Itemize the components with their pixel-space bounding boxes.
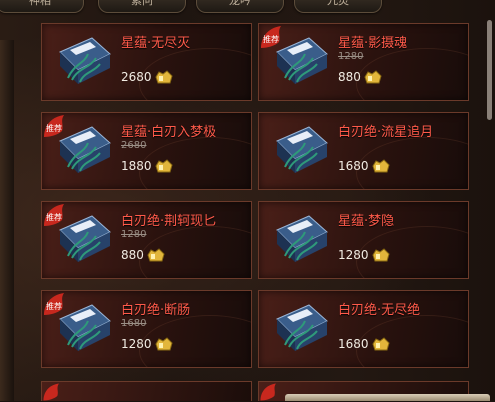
item-title: 星蕴·影摄魂: [338, 36, 408, 51]
gold-ingot-icon: [371, 248, 390, 262]
item-title: 星蕴·梦隐: [338, 214, 395, 229]
item-title: 白刃绝·无尽绝: [338, 303, 421, 318]
item-price: 880: [338, 70, 361, 84]
item-price: 2680: [121, 70, 152, 84]
scrollbar-thumb[interactable]: [487, 20, 492, 120]
item-price: 1680: [338, 337, 369, 351]
gold-ingot-icon: [154, 70, 173, 84]
item-price: 1280: [121, 337, 152, 351]
recommend-badge: [260, 383, 276, 401]
skill-book-icon: [276, 126, 328, 173]
recommend-badge: [43, 383, 59, 401]
price-row: 1680: [338, 335, 390, 353]
gold-ingot-icon: [147, 248, 165, 262]
gold-ingot-icon: [371, 337, 390, 351]
shop-item-card[interactable]: 推荐 白刃绝·断肠 1680 1280: [41, 290, 252, 368]
shop-item-card[interactable]: 星蕴·无尽灭 2680: [41, 23, 252, 101]
shop-item-card[interactable]: 推荐 白刃绝·荆轲现匕 1280 880: [41, 201, 252, 279]
item-title: 白刃绝·流星追月: [338, 125, 434, 140]
shop-item-card[interactable]: 推荐 星蕴·影摄魂 1280 880: [258, 23, 469, 101]
item-title: 星蕴·白刃入梦极: [121, 125, 217, 140]
gold-ingot-icon: [364, 70, 382, 84]
shop-item-card[interactable]: 星蕴·梦隐 1280: [258, 201, 469, 279]
price-row: 1680: [338, 157, 390, 175]
shop-item-card[interactable]: 推荐 星蕴·白刃入梦极 2680 1880: [41, 112, 252, 190]
item-price: 1680: [338, 159, 369, 173]
price-row: 880: [121, 246, 165, 264]
price-row: 1280: [338, 246, 390, 264]
bottom-panel-edge: [285, 394, 490, 401]
shop-item-card[interactable]: 白刃绝·无尽绝 1680: [258, 290, 469, 368]
item-grid: 星蕴·无尽灭 2680 推荐 星蕴·影摄魂 1280 880 推荐 星蕴·白刃入…: [0, 0, 495, 401]
skill-book-icon: [276, 304, 328, 351]
item-original-price: 1680: [121, 318, 147, 329]
item-title: 白刃绝·荆轲现匕: [121, 214, 217, 229]
price-row: 1880: [121, 157, 173, 175]
skill-book-icon: [59, 126, 111, 173]
skill-book-icon: [59, 37, 111, 84]
item-title: 白刃绝·断肠: [121, 303, 191, 318]
item-original-price: 1280: [121, 229, 147, 240]
price-row: 2680: [121, 68, 173, 86]
gold-ingot-icon: [154, 337, 173, 351]
shop-item-card-partial[interactable]: [41, 381, 252, 401]
skill-book-icon: [59, 215, 111, 262]
item-original-price: 2680: [121, 140, 147, 151]
gold-ingot-icon: [371, 159, 390, 173]
gold-ingot-icon: [154, 159, 173, 173]
item-title: 星蕴·无尽灭: [121, 36, 191, 51]
skill-book-icon: [276, 37, 328, 84]
shop-item-card[interactable]: 白刃绝·流星追月 1680: [258, 112, 469, 190]
item-price: 1280: [338, 248, 369, 262]
item-original-price: 1280: [338, 51, 364, 62]
item-price: 1880: [121, 159, 152, 173]
price-row: 880: [338, 68, 382, 86]
price-row: 1280: [121, 335, 173, 353]
skill-book-icon: [276, 215, 328, 262]
skill-book-icon: [59, 304, 111, 351]
item-price: 880: [121, 248, 144, 262]
